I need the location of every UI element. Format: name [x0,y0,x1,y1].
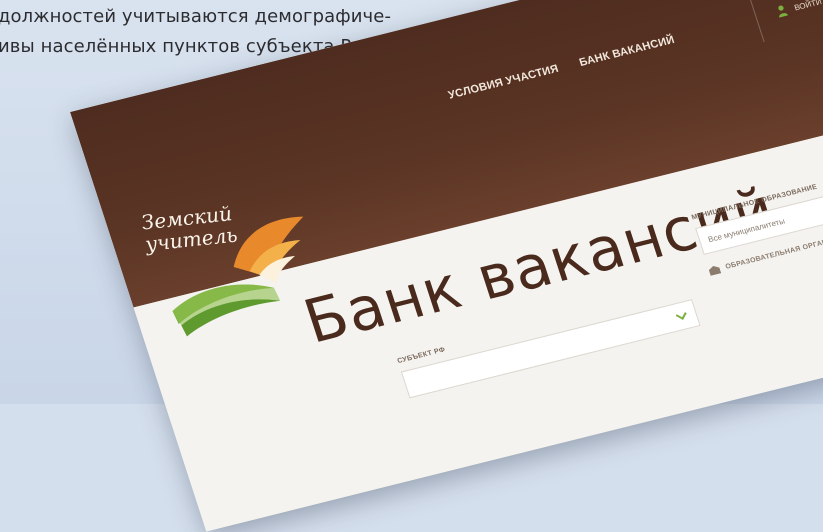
document-line-1: должностей учитываются демографиче- [0,2,391,32]
nav-conditions[interactable]: УСЛОВИЯ УЧАСТИЯ [447,63,560,102]
logo-wordmark: Земский учитель [140,202,239,255]
main-nav: УСЛОВИЯ УЧАСТИЯ БАНК ВАКАНСИЙ [447,34,676,102]
login-label: ВОЙТИ [793,0,823,12]
header-divider [748,0,764,42]
chevron-down-icon [676,309,687,320]
nav-vacancies[interactable]: БАНК ВАКАНСИЙ [578,34,676,69]
login-button[interactable]: ВОЙТИ [775,0,823,18]
user-icon [775,4,788,18]
